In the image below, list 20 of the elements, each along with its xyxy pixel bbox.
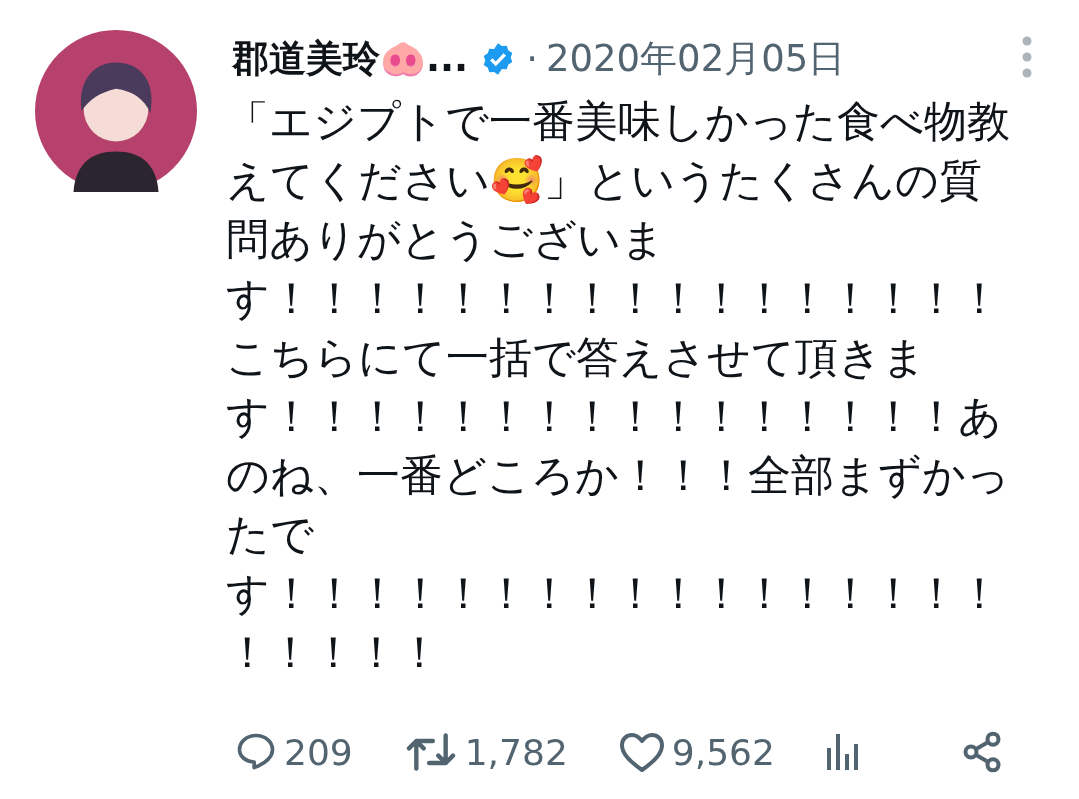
post-date[interactable]: 2020年02月05日: [545, 34, 846, 84]
like-button[interactable]: 9,562: [617, 730, 775, 774]
heart-icon: [617, 730, 666, 774]
post-text-line: す！！！！！！！！！！！！！！！！！: [226, 272, 1001, 325]
repost-button[interactable]: 1,782: [402, 730, 568, 774]
post-text-line: えてください🥰」というたくさんの質: [226, 154, 982, 207]
post-text-line: のね、一番どころか！！！全部まずかっ: [226, 449, 1010, 502]
post-text-line: 「エジプトで一番美味しかった食べ物教: [226, 95, 1010, 148]
post-text-line: ！！！！！: [226, 626, 441, 679]
post-text-line: たで: [226, 508, 314, 561]
reply-button[interactable]: 209: [234, 730, 353, 774]
post-text-line: す！！！！！！！！！！！！！！！！！: [226, 567, 1001, 620]
separator-dot: ·: [526, 37, 538, 81]
post-text-line: 問ありがとうございま: [226, 213, 665, 266]
views-icon: [824, 732, 861, 772]
avatar[interactable]: [35, 30, 197, 192]
post-text-line: す！！！！！！！！！！！！！！！！あ: [226, 390, 1002, 443]
author-name[interactable]: 郡道美玲🐽...: [232, 34, 469, 84]
views-button[interactable]: [824, 732, 861, 772]
post-text-line: こちらにて一括で答えさせて頂きま: [226, 331, 926, 384]
